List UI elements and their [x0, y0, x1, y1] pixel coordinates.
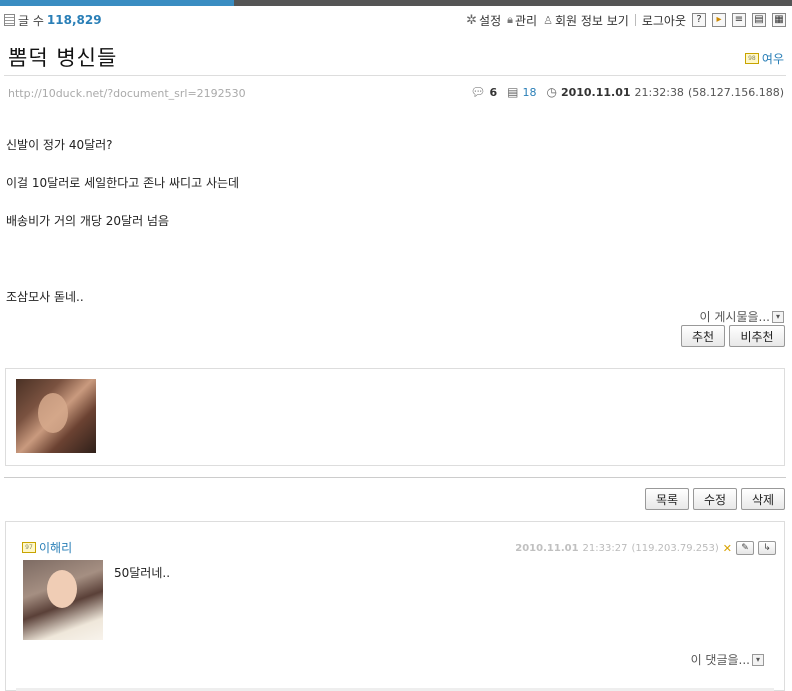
level-badge-icon: 97	[22, 542, 36, 553]
top-bar-accent	[0, 0, 234, 6]
menu-divider	[634, 14, 636, 26]
profile-face	[38, 393, 68, 433]
author-profile-image	[16, 379, 96, 453]
post-count: 글 수 118,829	[4, 12, 102, 29]
clock-icon: ◷	[546, 85, 557, 99]
comment-meta: 2010.11.01 21:33:27 (119.203.79.253) ✕ ✎…	[515, 541, 776, 555]
post-author-name: 여우	[761, 52, 784, 66]
play-icon[interactable]: ▸	[712, 13, 726, 27]
read-count: 18	[522, 85, 537, 99]
gallery-view-icon[interactable]: ▦	[772, 13, 786, 27]
comment-author[interactable]: 97 이해리	[22, 539, 72, 556]
signature-box	[5, 368, 785, 466]
edit-button[interactable]: 수정	[693, 488, 737, 510]
post-options-label: 이 게시물을...	[699, 310, 770, 324]
post-line: 배송비가 거의 개당 20달러 넘음	[6, 214, 170, 228]
options-icon: ▾	[772, 310, 784, 323]
header-bar: 글 수 118,829 ✲ 설정 🔒︎ 관리 ♙ 회원 정보 보기 로그아웃 ? ▸ …	[4, 10, 786, 30]
post-title: 뽐덕 병신들	[8, 46, 118, 70]
post-author[interactable]: 98 여우	[744, 50, 784, 67]
logout-label: 로그아웃	[641, 13, 686, 28]
level-badge-icon: 98	[744, 53, 759, 64]
header-menu: ✲ 설정 🔒︎ 관리 ♙ 회원 정보 보기 로그아웃 ? ▸ ≡ ▤ ▦	[466, 12, 786, 29]
settings-link[interactable]: ✲ 설정	[466, 12, 501, 29]
manage-label: 관리	[514, 13, 538, 28]
comment-icon: 💬︎	[470, 85, 486, 99]
read-count-icon: ▤	[507, 85, 519, 99]
post-time: 21:32:38	[634, 85, 684, 99]
logout-link[interactable]: 로그아웃	[642, 12, 686, 29]
post-count-label: 글 수	[18, 13, 44, 28]
comment-options[interactable]: 이 댓글을... ▾	[691, 651, 764, 668]
post-options[interactable]: 이 게시물을... ▾	[700, 308, 784, 325]
list-view-icon[interactable]: ≡	[732, 13, 746, 27]
gear-icon: ✲	[466, 12, 478, 28]
post-body: 신발이 정가 40달러? 이걸 10달러로 세일한다고 존나 싸디고 사는데 배…	[6, 136, 239, 326]
post-date: 2010.11.01	[560, 85, 631, 99]
comment-date: 2010.11.01	[515, 542, 579, 554]
comment-text: 50달러네..	[114, 566, 171, 580]
member-info-link[interactable]: ♙ 회원 정보 보기	[543, 12, 629, 29]
edit-comment-button[interactable]: ✎	[736, 541, 754, 555]
comment-item: 97 이해리 2010.11.01 21:33:27 (119.203.79.2…	[5, 521, 785, 691]
profile-face	[47, 570, 77, 608]
document-icon	[4, 14, 15, 26]
list-button[interactable]: 목록	[645, 488, 689, 510]
post-url[interactable]: http://10duck.net/?document_srl=2192530	[8, 87, 246, 100]
manage-link[interactable]: 🔒︎ 관리	[507, 12, 537, 29]
post-meta: 💬︎ 6 ▤ 18 ◷ 2010.11.01 21:32:38 (58.127.…	[470, 85, 784, 99]
reply-comment-button[interactable]: ↳	[758, 541, 776, 555]
comment-count: 6	[489, 85, 498, 99]
post-line: 조삼모사 돋네..	[6, 290, 84, 304]
title-divider	[4, 75, 786, 76]
not-recommend-button[interactable]: 비추천	[729, 325, 785, 347]
member-info-label: 회원 정보 보기	[554, 13, 629, 28]
person-icon: ♙	[543, 13, 553, 27]
recommend-button[interactable]: 추천	[681, 325, 725, 347]
comment-ip: (119.203.79.253)	[631, 542, 719, 554]
comment-options-label: 이 댓글을...	[690, 653, 750, 667]
post-line: 이걸 10달러로 세일한다고 존나 싸디고 사는데	[6, 176, 240, 190]
help-icon[interactable]: ?	[692, 13, 706, 27]
comment-time: 21:33:27	[582, 542, 628, 554]
comment-author-name: 이해리	[39, 541, 73, 555]
commenter-profile-image	[23, 560, 103, 640]
post-ip: (58.127.156.188)	[687, 85, 784, 99]
post-line: 신발이 정가 40달러?	[6, 138, 113, 152]
delete-comment-icon[interactable]: ✕	[723, 542, 732, 555]
post-count-value: 118,829	[46, 13, 102, 27]
delete-button[interactable]: 삭제	[741, 488, 785, 510]
options-icon: ▾	[752, 653, 764, 666]
detail-view-icon[interactable]: ▤	[752, 13, 766, 27]
settings-label: 설정	[479, 13, 502, 28]
lock-icon: 🔒︎	[507, 13, 513, 26]
actions-divider	[4, 477, 786, 478]
top-bar	[0, 0, 792, 6]
